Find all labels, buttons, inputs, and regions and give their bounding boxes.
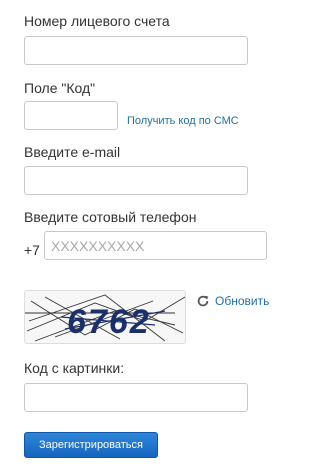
captcha-input[interactable] bbox=[24, 383, 248, 412]
email-input[interactable] bbox=[24, 166, 248, 195]
register-button[interactable]: Зарегистрироваться bbox=[24, 432, 158, 458]
phone-label: Введите сотовый телефон bbox=[24, 209, 197, 225]
code-input[interactable] bbox=[24, 101, 118, 130]
refresh-captcha-label: Обновить bbox=[215, 294, 270, 308]
captcha-graphic: 6762 bbox=[25, 294, 185, 342]
phone-input[interactable] bbox=[44, 231, 267, 260]
email-label: Введите e-mail bbox=[24, 144, 121, 160]
captcha-text: 6762 bbox=[67, 303, 151, 341]
captcha-input-label: Код с картинки: bbox=[24, 360, 125, 376]
code-field-label: Поле "Код" bbox=[24, 80, 96, 96]
get-sms-code-link[interactable]: Получить код по СМС bbox=[127, 115, 239, 128]
account-number-input[interactable] bbox=[24, 36, 248, 65]
refresh-captcha-button[interactable]: Обновить bbox=[196, 294, 269, 308]
captcha-image: 6762 bbox=[24, 290, 186, 344]
account-number-label: Номер лицевого счета bbox=[24, 13, 170, 29]
refresh-icon bbox=[197, 295, 209, 307]
phone-country-prefix: +7 bbox=[24, 242, 40, 258]
